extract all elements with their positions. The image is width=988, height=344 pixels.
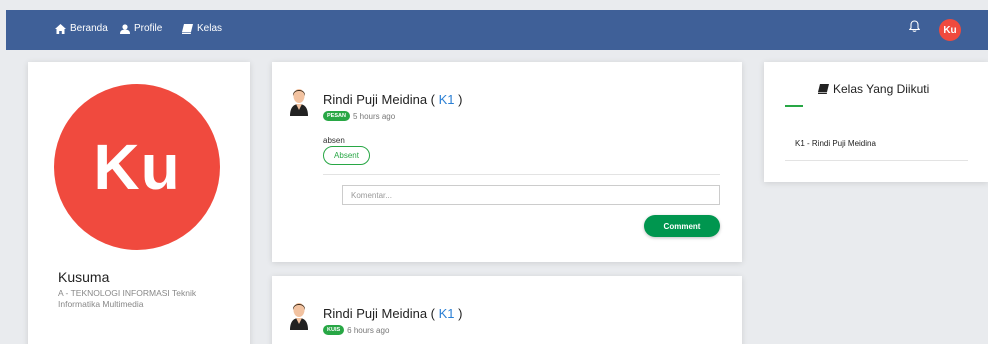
top-navbar: Beranda Profile Kelas Ku <box>6 10 988 50</box>
user-avatar-icon <box>290 303 308 330</box>
nav-kelas[interactable]: Kelas <box>182 23 222 34</box>
profile-card: Ku Kusuma A - TEKNOLOGI INFORMASI Teknik… <box>28 62 250 344</box>
post-class-link[interactable]: K1 <box>439 306 455 321</box>
home-icon <box>55 23 66 34</box>
nav-beranda[interactable]: Beranda <box>55 23 108 34</box>
nav-beranda-label: Beranda <box>70 23 108 34</box>
post-time: 6 hours ago <box>347 325 390 335</box>
user-avatar-icon <box>290 89 308 116</box>
nav-profile[interactable]: Profile <box>120 23 162 34</box>
post-type-badge: PESAN <box>323 111 350 121</box>
nav-kelas-label: Kelas <box>197 23 223 34</box>
classes-title: Kelas Yang Diikuti <box>818 82 929 96</box>
post-time: 5 hours ago <box>352 111 396 121</box>
post-type-badge: KUIS <box>323 325 345 335</box>
book-icon <box>182 23 193 34</box>
comment-input[interactable]: Komentar... <box>342 185 720 205</box>
post-title: Rindi Puji Meidina ( K1 ) <box>323 306 463 321</box>
profile-name: Kusuma <box>58 269 110 285</box>
post-body: absen <box>323 136 345 145</box>
divider <box>323 174 720 175</box>
post-author[interactable]: Rindi Puji Meidina <box>323 306 427 321</box>
title-underline <box>785 105 803 107</box>
book-icon <box>818 84 829 94</box>
user-icon <box>120 23 130 34</box>
post-card: Rindi Puji Meidina ( K1 ) PESAN 5 hours … <box>272 62 742 262</box>
profile-avatar: Ku <box>54 84 220 250</box>
class-item[interactable]: K1 - Rindi Puji Meidina <box>795 139 876 148</box>
post-meta: KUIS 6 hours ago <box>323 325 389 335</box>
enrolled-classes-card: Kelas Yang Diikuti K1 - Rindi Puji Meidi… <box>764 62 988 182</box>
bell-icon[interactable] <box>909 20 920 32</box>
user-avatar[interactable]: Ku <box>939 19 961 41</box>
post-meta: PESAN 5 hours ago <box>323 111 395 121</box>
comment-button[interactable]: Comment <box>644 215 720 237</box>
post-class-link[interactable]: K1 <box>439 92 455 107</box>
divider <box>785 160 968 161</box>
absent-button[interactable]: Absent <box>323 146 370 165</box>
profile-subtitle: A - TEKNOLOGI INFORMASI Teknik Informati… <box>58 288 197 309</box>
post-card: Rindi Puji Meidina ( K1 ) KUIS 6 hours a… <box>272 276 742 344</box>
post-author[interactable]: Rindi Puji Meidina <box>323 92 427 107</box>
post-title: Rindi Puji Meidina ( K1 ) <box>323 92 463 107</box>
classes-title-label: Kelas Yang Diikuti <box>833 82 930 96</box>
nav-profile-label: Profile <box>134 23 163 34</box>
